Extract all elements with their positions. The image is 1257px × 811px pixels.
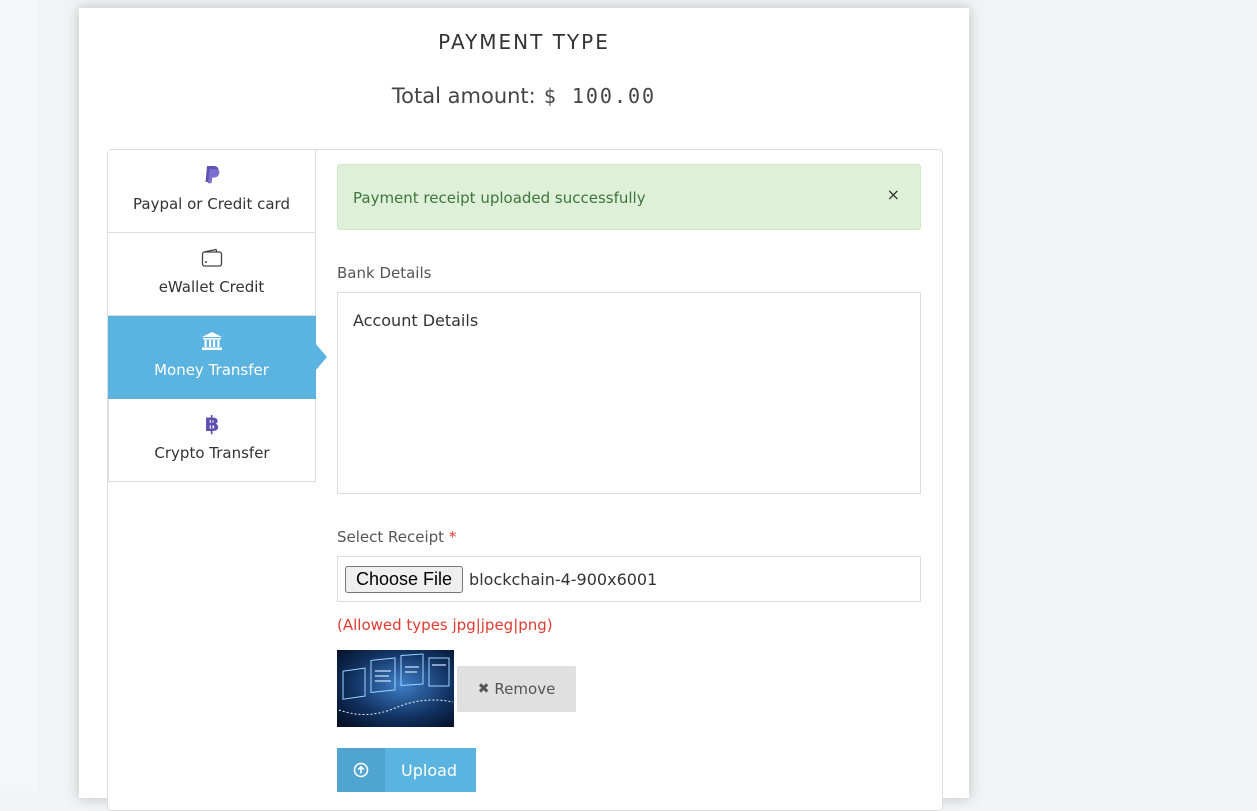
close-icon[interactable]: × bbox=[887, 185, 900, 204]
bitcoin-icon: ฿ bbox=[204, 412, 220, 436]
receipt-file-input[interactable]: Choose File blockchain-4-900x6001 bbox=[337, 556, 921, 602]
receipt-thumbnail bbox=[337, 650, 454, 727]
upload-label: Upload bbox=[401, 760, 458, 780]
alert-message: Payment receipt uploaded successfully bbox=[353, 189, 646, 207]
wallet-icon bbox=[108, 233, 315, 268]
receipt-label-text: Select Receipt bbox=[337, 528, 445, 546]
bank-details-label: Bank Details bbox=[337, 264, 432, 282]
close-icon: ✖ bbox=[477, 681, 490, 697]
tab-crypto-transfer[interactable]: ฿ Crypto Transfer bbox=[108, 399, 316, 482]
bank-details-box: Account Details bbox=[337, 292, 921, 494]
required-mark: * bbox=[448, 528, 457, 546]
upload-icon bbox=[337, 748, 385, 792]
money-transfer-content: Payment receipt uploaded successfully × … bbox=[337, 164, 921, 792]
allowed-types-hint: (Allowed types jpg|jpeg|png) bbox=[337, 616, 553, 634]
tab-label: Money Transfer bbox=[154, 361, 269, 379]
success-alert: Payment receipt uploaded successfully × bbox=[337, 164, 921, 230]
selected-file-name: blockchain-4-900x6001 bbox=[469, 569, 658, 589]
remove-button[interactable]: ✖ Remove bbox=[457, 666, 576, 712]
page-title: PAYMENT TYPE bbox=[438, 30, 610, 54]
bank-icon bbox=[108, 316, 315, 351]
tab-paypal[interactable]: Paypal or Credit card bbox=[108, 150, 316, 233]
remove-label: Remove bbox=[494, 680, 556, 698]
upload-button[interactable]: Upload bbox=[337, 748, 476, 792]
page-left-margin bbox=[0, 0, 38, 791]
payment-method-tabs: Paypal or Credit card eWallet Credit Mon… bbox=[108, 150, 327, 482]
tab-ewallet[interactable]: eWallet Credit bbox=[108, 233, 316, 316]
choose-file-button[interactable]: Choose File bbox=[345, 565, 464, 593]
select-receipt-label: Select Receipt * bbox=[337, 528, 456, 546]
tab-label: Crypto Transfer bbox=[154, 444, 270, 462]
total-label: Total amount: bbox=[391, 84, 536, 108]
tab-money-transfer[interactable]: Money Transfer bbox=[108, 316, 327, 399]
tab-label: eWallet Credit bbox=[158, 278, 265, 296]
account-details-text: Account Details bbox=[353, 311, 479, 330]
total-value: $ 100.00 bbox=[543, 84, 657, 108]
total-amount: Total amount: $ 100.00 bbox=[79, 84, 969, 108]
payment-card: PAYMENT TYPE Total amount: $ 100.00 Paypa… bbox=[79, 8, 969, 811]
tab-label: Paypal or Credit card bbox=[133, 195, 290, 213]
payment-panel: Paypal or Credit card eWallet Credit Mon… bbox=[107, 149, 943, 811]
paypal-icon bbox=[108, 150, 315, 185]
